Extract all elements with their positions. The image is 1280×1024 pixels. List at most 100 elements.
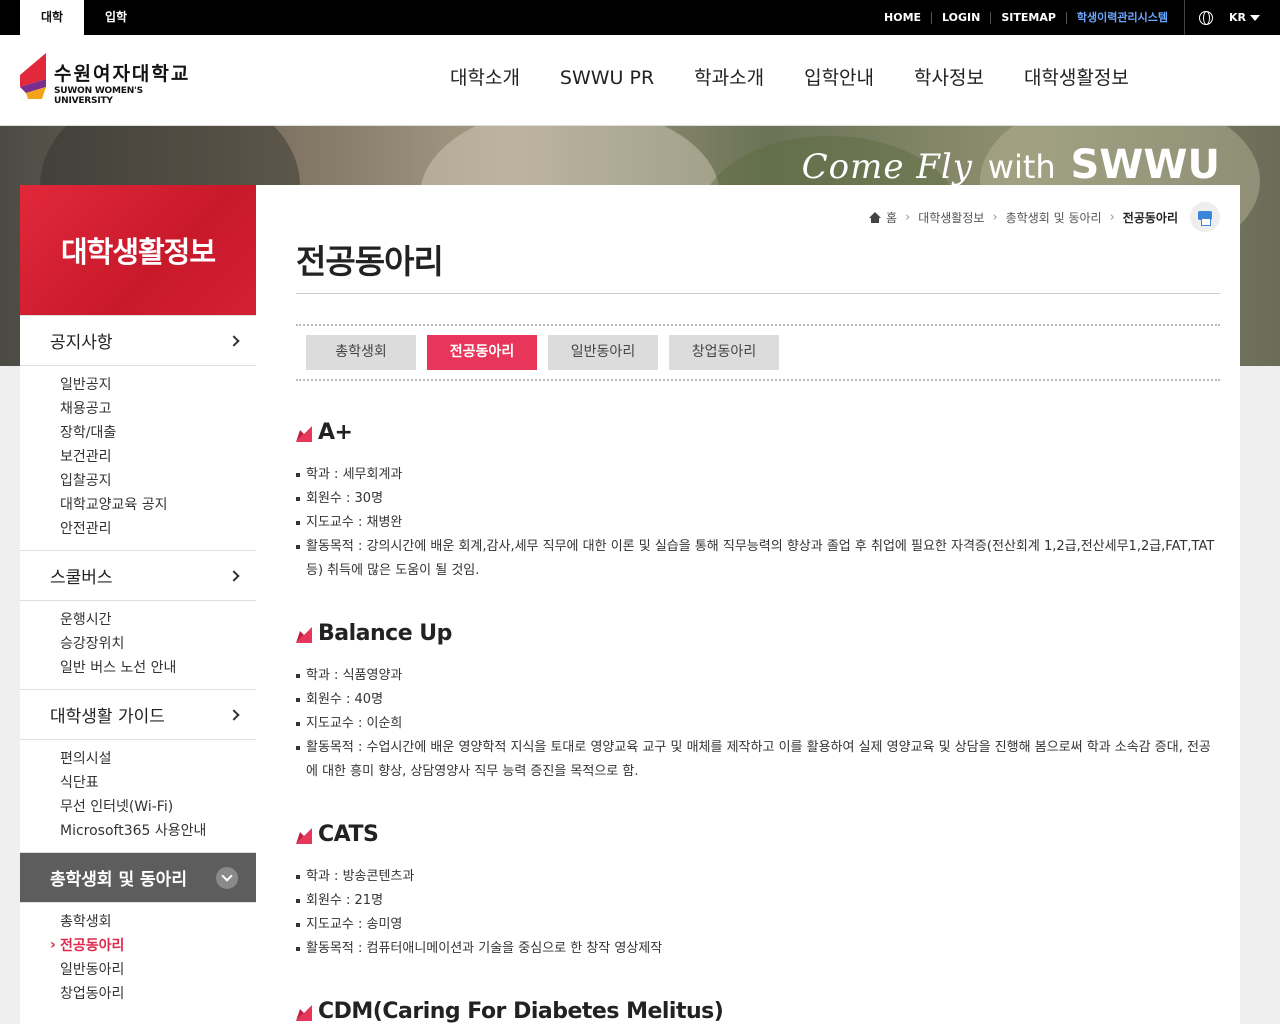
sidebar-group-label: 공지사항: [50, 333, 113, 353]
breadcrumb-level1[interactable]: 대학생활정보: [918, 209, 984, 226]
sidebar-group-header[interactable]: 스쿨버스: [20, 551, 256, 601]
club-name: CATS: [318, 821, 379, 847]
home-icon[interactable]: [868, 211, 881, 223]
tab-major-clubs[interactable]: 전공동아리: [427, 335, 537, 370]
nav-campus-life[interactable]: 대학생활정보: [1004, 35, 1149, 125]
nav-academic[interactable]: 학사정보: [894, 35, 1004, 125]
banner-slogan: Come Fly with SWWU: [802, 142, 1220, 188]
breadcrumb-current: 전공동아리: [1122, 210, 1178, 225]
print-icon[interactable]: [1190, 202, 1220, 232]
globe-icon: [1199, 10, 1213, 25]
slogan-with: with: [987, 148, 1056, 186]
sidebar-item[interactable]: Microsoft365 사용안내: [60, 819, 256, 843]
top-utility-bar: 대학 입학 HOME LOGIN SITEMAP 학생이력관리시스템 KR: [0, 0, 1280, 35]
sidebar-submenu: 일반공지 채용공고 장학/대출 보건관리 입찰공지 대학교양교육 공지 안전관리: [20, 366, 256, 550]
logo-mark-icon: [20, 53, 46, 99]
sidebar-group-label: 스쿨버스: [50, 568, 113, 588]
club-heading: A+: [296, 417, 1220, 447]
language-selector[interactable]: KR: [1184, 0, 1260, 35]
tab-university[interactable]: 대학: [20, 0, 84, 35]
club-heading: Balance Up: [296, 618, 1220, 648]
sidebar-item[interactable]: 일반공지: [60, 373, 256, 397]
club-members: 회원수 : 21명: [296, 889, 1220, 913]
sidebar-item[interactable]: 편의시설: [60, 747, 256, 771]
club-name: A+: [318, 419, 353, 445]
chevron-right-icon: [228, 334, 240, 347]
club-department: 학과 : 식품영양과: [296, 664, 1220, 688]
sidebar: 대학생활정보 공지사항 일반공지 채용공고 장학/대출 보건관리 입찰공지 대학…: [20, 185, 256, 1024]
sidebar-item[interactable]: 승강장위치: [60, 632, 256, 656]
club-purpose: 활동목적 : 수업시간에 배운 영양학적 지식을 토대로 영양교육 교구 및 매…: [296, 736, 1220, 784]
language-label: KR: [1229, 11, 1246, 24]
tab-admission[interactable]: 입학: [84, 0, 148, 35]
club-section: CDM(Caring For Diabetes Melitus): [296, 996, 1220, 1024]
nav-admission[interactable]: 입학안내: [784, 35, 894, 125]
title-divider: [296, 293, 1220, 294]
nav-about[interactable]: 대학소개: [430, 35, 540, 125]
caret-down-icon: [1250, 14, 1260, 21]
club-advisor: 지도교수 : 채병완: [296, 511, 1220, 535]
sidebar-item[interactable]: 운행시간: [60, 608, 256, 632]
tab-bar: 총학생회 전공동아리 일반동아리 창업동아리: [296, 324, 1220, 381]
sidebar-submenu: 편의시설 식단표 무선 인터넷(Wi-Fi) Microsoft365 사용안내: [20, 740, 256, 852]
logo-korean-name: 수원여자대학교: [54, 63, 191, 85]
club-section: Balance Up 학과 : 식품영양과 회원수 : 40명 지도교수 : 이…: [296, 618, 1220, 784]
club-heading: CDM(Caring For Diabetes Melitus): [296, 996, 1220, 1024]
home-link[interactable]: HOME: [874, 11, 931, 24]
main-navigation: 대학소개 SWWU PR 학과소개 입학안내 학사정보 대학생활정보: [430, 35, 1149, 125]
sidebar-title: 대학생활정보: [20, 185, 256, 315]
sidebar-item[interactable]: 채용공고: [60, 397, 256, 421]
nav-pr[interactable]: SWWU PR: [540, 35, 674, 125]
sidebar-item[interactable]: 장학/대출: [60, 421, 256, 445]
sidebar-item[interactable]: 식단표: [60, 771, 256, 795]
sidebar-item[interactable]: 보건관리: [60, 445, 256, 469]
sidebar-item[interactable]: 입찰공지: [60, 469, 256, 493]
sidebar-group-label: 총학생회 및 동아리: [50, 870, 187, 890]
sidebar-group-guide: 대학생활 가이드 편의시설 식단표 무선 인터넷(Wi-Fi) Microsof…: [20, 689, 256, 852]
sidebar-item[interactable]: 창업동아리: [60, 982, 256, 1006]
student-record-link[interactable]: 학생이력관리시스템: [1065, 11, 1178, 24]
breadcrumb-home[interactable]: 홈: [886, 209, 897, 226]
breadcrumb: 홈 › 대학생활정보 › 총학생회 및 동아리 › 전공동아리: [868, 202, 1220, 232]
sidebar-group-header[interactable]: 공지사항: [20, 316, 256, 366]
club-info-list: 학과 : 식품영양과 회원수 : 40명 지도교수 : 이순희 활동목적 : 수…: [296, 664, 1220, 784]
sidebar-group-label: 대학생활 가이드: [50, 707, 165, 727]
leaf-icon: [296, 426, 312, 442]
tab-startup-clubs[interactable]: 창업동아리: [669, 335, 779, 370]
sidebar-item[interactable]: 일반동아리: [60, 958, 256, 982]
site-header: 수원여자대학교 SUWON WOMEN'S UNIVERSITY 대학소개 SW…: [0, 35, 1280, 126]
club-department: 학과 : 세무회계과: [296, 463, 1220, 487]
sidebar-group-header[interactable]: 대학생활 가이드: [20, 690, 256, 740]
breadcrumb-level2[interactable]: 총학생회 및 동아리: [1006, 209, 1102, 226]
tab-general-clubs[interactable]: 일반동아리: [548, 335, 658, 370]
chevron-right-icon: ›: [904, 209, 911, 225]
university-logo[interactable]: 수원여자대학교 SUWON WOMEN'S UNIVERSITY: [20, 53, 200, 106]
logo-english-name: SUWON WOMEN'S UNIVERSITY: [54, 86, 143, 106]
club-section: CATS 학과 : 방송콘텐츠과 회원수 : 21명 지도교수 : 송미영 활동…: [296, 819, 1220, 961]
main-content: 홈 › 대학생활정보 › 총학생회 및 동아리 › 전공동아리 전공동아리 총학…: [256, 185, 1240, 1024]
sidebar-item[interactable]: 안전관리: [60, 517, 256, 541]
nav-departments[interactable]: 학과소개: [674, 35, 784, 125]
leaf-icon: [296, 1005, 312, 1021]
login-link[interactable]: LOGIN: [931, 11, 990, 24]
slogan-script: Come Fly: [801, 147, 973, 187]
leaf-icon: [296, 627, 312, 643]
sitemap-link[interactable]: SITEMAP: [990, 11, 1066, 24]
sidebar-item-active[interactable]: 전공동아리: [50, 933, 256, 958]
tab-student-council[interactable]: 총학생회: [306, 335, 416, 370]
sidebar-item[interactable]: 무선 인터넷(Wi-Fi): [60, 795, 256, 819]
club-section: A+ 학과 : 세무회계과 회원수 : 30명 지도교수 : 채병완 활동목적 …: [296, 417, 1220, 583]
club-heading: CATS: [296, 819, 1220, 849]
sidebar-group-header-active[interactable]: 총학생회 및 동아리: [20, 853, 256, 903]
club-name: CDM(Caring For Diabetes Melitus): [318, 998, 724, 1024]
club-members: 회원수 : 30명: [296, 487, 1220, 511]
sidebar-group-schoolbus: 스쿨버스 운행시간 승강장위치 일반 버스 노선 안내: [20, 550, 256, 689]
sidebar-item[interactable]: 대학교양교육 공지: [60, 493, 256, 517]
sidebar-item[interactable]: 일반 버스 노선 안내: [60, 656, 256, 680]
chevron-right-icon: [228, 569, 240, 582]
club-department: 학과 : 방송콘텐츠과: [296, 865, 1220, 889]
slogan-brand: SWWU: [1070, 142, 1220, 188]
sidebar-group-notice: 공지사항 일반공지 채용공고 장학/대출 보건관리 입찰공지 대학교양교육 공지…: [20, 315, 256, 550]
chevron-down-icon: [216, 866, 238, 889]
sidebar-item[interactable]: 총학생회: [60, 910, 256, 934]
